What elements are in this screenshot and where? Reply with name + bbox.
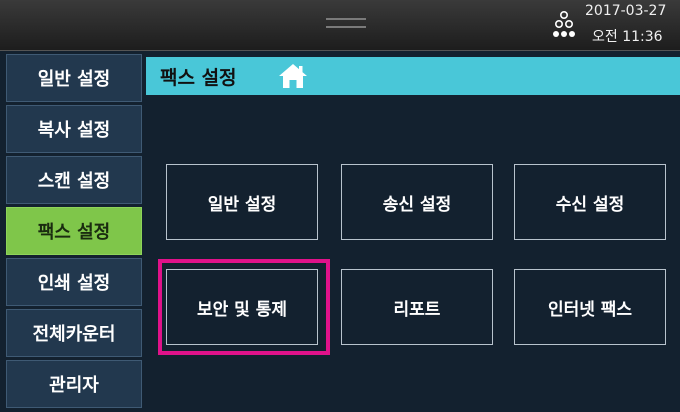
tile-internet-fax[interactable]: 인터넷 팩스 xyxy=(514,269,666,345)
sidebar-item-label: 일반 설정 xyxy=(37,69,111,90)
status-date: 2017-03-27 xyxy=(585,3,667,19)
sidebar-item-scan-settings[interactable]: 스캔 설정 xyxy=(6,156,142,204)
sidebar-item-administrator[interactable]: 관리자 xyxy=(6,360,142,408)
sidebar-item-fax-settings[interactable]: 팩스 설정 xyxy=(6,207,142,255)
sidebar-item-label: 인쇄 설정 xyxy=(37,273,111,294)
sidebar-item-label: 복사 설정 xyxy=(37,120,111,141)
sidebar-item-label: 전체카운터 xyxy=(32,324,116,345)
sidebar-item-label: 관리자 xyxy=(49,375,99,396)
page-title: 팩스 설정 xyxy=(160,67,237,89)
sidebar-item-label: 스캔 설정 xyxy=(37,171,111,192)
page-title-bar: 팩스 설정 xyxy=(146,57,680,95)
tile-security-and-control[interactable]: 보안 및 통제 xyxy=(166,269,318,345)
home-icon[interactable] xyxy=(278,63,308,89)
drag-handle[interactable] xyxy=(326,18,366,28)
sidebar-item-general-settings[interactable]: 일반 설정 xyxy=(6,54,142,102)
status-time: 오전 11:36 xyxy=(592,29,663,45)
tile-label: 일반 설정 xyxy=(207,194,277,215)
main-panel: 팩스 설정 일반 설정 송신 설정 수신 설정 보안 및 통제 리포트 인터넷 … xyxy=(146,52,680,412)
sidebar-item-total-counter[interactable]: 전체카운터 xyxy=(6,309,142,357)
status-bar: 2017-03-27 오전 11:36 xyxy=(0,0,680,51)
tile-report[interactable]: 리포트 xyxy=(341,269,493,345)
tile-label: 보안 및 통제 xyxy=(196,299,288,320)
sidebar-item-label: 팩스 설정 xyxy=(37,222,111,243)
tile-label: 인터넷 팩스 xyxy=(547,299,633,320)
tile-label: 수신 설정 xyxy=(555,194,625,215)
sidebar: 일반 설정 복사 설정 스캔 설정 팩스 설정 인쇄 설정 전체카운터 관리자 xyxy=(0,52,145,412)
tile-label: 송신 설정 xyxy=(382,194,452,215)
network-status-icon xyxy=(553,11,575,37)
sidebar-item-copy-settings[interactable]: 복사 설정 xyxy=(6,105,142,153)
tile-send-settings[interactable]: 송신 설정 xyxy=(341,164,493,240)
tile-receive-settings[interactable]: 수신 설정 xyxy=(514,164,666,240)
sidebar-item-print-settings[interactable]: 인쇄 설정 xyxy=(6,258,142,306)
tile-label: 리포트 xyxy=(393,299,441,320)
tile-general-settings[interactable]: 일반 설정 xyxy=(166,164,318,240)
